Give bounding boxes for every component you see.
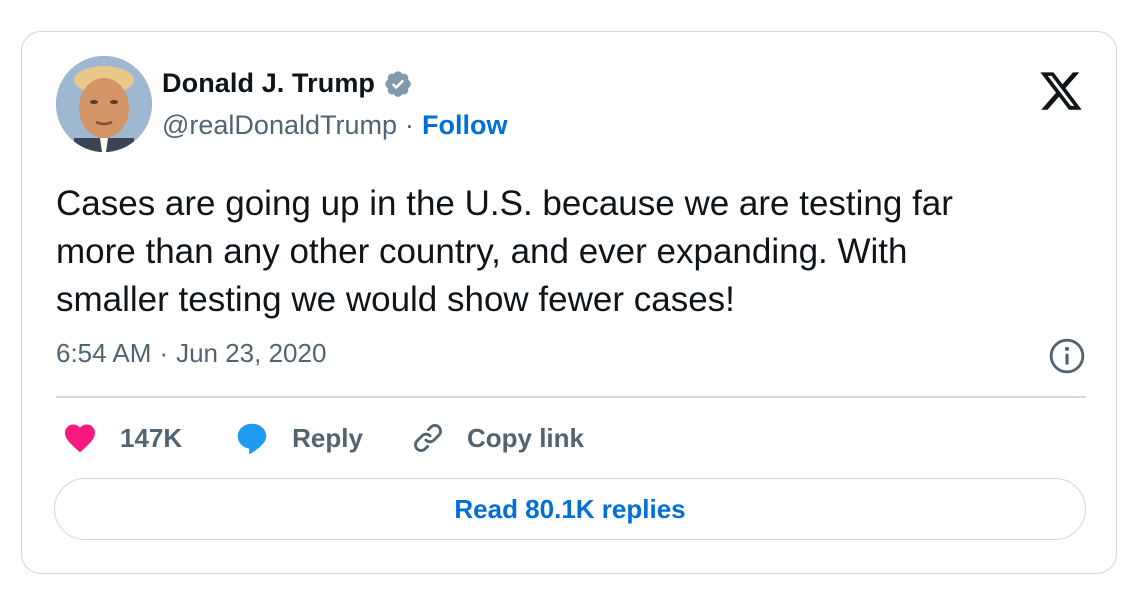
handle-separator: ·: [405, 110, 414, 140]
read-replies-button[interactable]: Read 80.1K replies: [54, 478, 1086, 540]
author-name-row: Donald J. Trump: [162, 68, 413, 99]
x-logo-icon[interactable]: [1038, 68, 1084, 114]
avatar-portrait-icon: [56, 56, 152, 152]
author-handle[interactable]: @realDonaldTrump: [162, 110, 397, 141]
tweet-actions: 147K Reply Copy link: [62, 418, 584, 458]
reply-label: Reply: [292, 422, 363, 453]
info-icon[interactable]: [1048, 337, 1086, 375]
speech-bubble-icon: [237, 423, 267, 455]
divider: [56, 396, 1086, 398]
timestamp-separator: ·: [159, 338, 169, 368]
copy-link-label: Copy link: [466, 422, 584, 453]
tweet-time: 6:54 AM: [56, 338, 152, 368]
like-count: 147K: [120, 422, 183, 453]
tweet-date: Jun 23, 2020: [176, 338, 327, 368]
link-icon: [414, 424, 442, 452]
tweet-text: Cases are going up in the U.S. because w…: [56, 184, 953, 319]
copy-link-button[interactable]: Copy link: [411, 421, 584, 455]
author-handle-row: @realDonaldTrump · Follow: [162, 110, 507, 141]
heart-icon: [65, 424, 95, 453]
avatar[interactable]: [56, 56, 152, 152]
author-name[interactable]: Donald J. Trump: [162, 68, 375, 99]
like-button[interactable]: 147K: [62, 420, 182, 456]
follow-button[interactable]: Follow: [422, 110, 507, 141]
tweet-timestamp[interactable]: 6:54 AM · Jun 23, 2020: [56, 338, 326, 369]
verified-badge-icon: [385, 70, 411, 97]
tweet-card: Donald J. Trump @realDonaldTrump · Follo…: [21, 31, 1117, 574]
reply-button[interactable]: Reply: [234, 420, 363, 456]
